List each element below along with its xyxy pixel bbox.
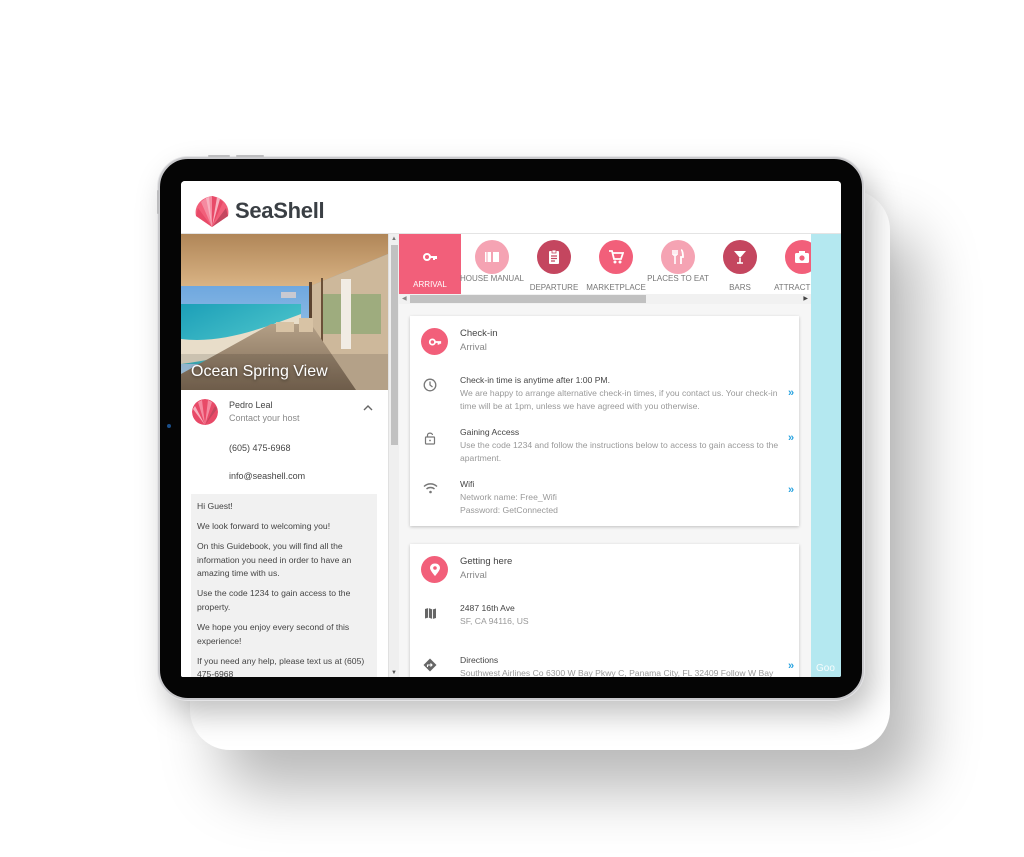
- more-chevron-icon[interactable]: »: [788, 387, 794, 399]
- power-button: [236, 155, 264, 157]
- tab-departure[interactable]: Departure: [523, 234, 585, 294]
- row-text: We are happy to arrange alternative chec…: [460, 388, 778, 411]
- wifi-network: Network name: Free_Wifi Password: GetConn…: [460, 491, 788, 517]
- address-row[interactable]: 2487 16th Ave SF, CA 94116, US: [410, 603, 799, 633]
- scroll-left-arrow[interactable]: ◀: [402, 294, 407, 304]
- scroll-up-arrow[interactable]: ▲: [391, 236, 397, 242]
- tab-label: House Manual: [459, 274, 524, 283]
- tab-marketplace[interactable]: Marketplace: [585, 234, 647, 294]
- category-tabs: Arrival House Manual Departure Marketpla…: [399, 234, 811, 294]
- host-email[interactable]: info@seashell.com: [229, 471, 305, 481]
- scrollbar-thumb[interactable]: [391, 245, 398, 445]
- row-title: Gaining Access: [460, 427, 520, 437]
- map-attribution: Goo: [816, 663, 835, 674]
- clipboard-icon: [537, 240, 571, 274]
- row-text: Use the code 1234 and follow the instruc…: [460, 440, 779, 463]
- card-subtitle: Arrival: [460, 342, 487, 353]
- welcome-paragraph: Use the code 1234 to gain access to the …: [197, 588, 351, 613]
- scrollbar-thumb[interactable]: [410, 295, 646, 303]
- app-header: SeaShell: [181, 181, 841, 234]
- more-chevron-icon[interactable]: »: [788, 660, 794, 672]
- check-in-card: Check-in Arrival Check-in time is anytim…: [410, 316, 799, 526]
- row-text: Southwest Airlines Co 6300 W Bay Pkwy C,…: [460, 668, 774, 677]
- property-hero-image: Ocean Spring View: [181, 234, 388, 390]
- host-subtitle: Contact your host: [229, 413, 300, 423]
- volume-button: [208, 155, 230, 157]
- map-view[interactable]: Goo: [811, 234, 841, 677]
- seashell-logo-icon: [195, 196, 229, 227]
- address-line-2: SF, CA 94116, US: [460, 616, 529, 626]
- host-avatar: [192, 399, 218, 425]
- camera-icon-device: [167, 424, 171, 428]
- guide-panel: Arrival House Manual Departure Marketpla…: [399, 234, 811, 677]
- location-pin-icon: [421, 556, 448, 583]
- card-title: Getting here: [460, 556, 513, 567]
- welcome-paragraph: If you need any help, please text us at …: [197, 655, 365, 677]
- side-button: [157, 190, 159, 214]
- utensils-icon: [661, 240, 695, 274]
- host-name: Pedro Leal: [229, 400, 273, 410]
- welcome-paragraph: Hi Guest!: [197, 501, 233, 511]
- tab-label: Attractions: [774, 283, 811, 292]
- cocktail-icon: [723, 240, 757, 274]
- welcome-paragraph: We hope you enjoy every second of this e…: [197, 622, 350, 646]
- screen: SeaShell Ocean Spring View Pedro Leal Co…: [181, 181, 841, 677]
- wifi-row[interactable]: Wifi Network name: Free_Wifi Password: Ge…: [410, 479, 799, 519]
- directions-icon: [422, 657, 438, 673]
- welcome-paragraph: On this Guidebook, you will find all the…: [197, 541, 352, 579]
- welcome-message: Hi Guest! We look forward to welcoming y…: [191, 494, 377, 677]
- property-title: Ocean Spring View: [191, 363, 328, 380]
- key-icon: [421, 328, 448, 355]
- card-title: Check-in: [460, 328, 498, 339]
- tab-label: Marketplace: [586, 283, 646, 292]
- book-icon: [475, 240, 509, 274]
- host-phone[interactable]: (605) 475-6968: [229, 443, 291, 453]
- chevron-up-icon[interactable]: [362, 403, 374, 413]
- getting-here-card: Getting here Arrival 2487 16th Ave SF, C…: [410, 544, 799, 677]
- wifi-password: Password: GetConnected: [460, 505, 558, 515]
- row-title: Check-in time is anytime after 1:00 PM.: [460, 375, 610, 385]
- welcome-paragraph: We look forward to welcoming you!: [197, 521, 331, 532]
- more-chevron-icon[interactable]: »: [788, 484, 794, 496]
- card-subtitle: Arrival: [460, 570, 487, 581]
- tab-arrival[interactable]: Arrival: [399, 234, 461, 294]
- tab-attractions[interactable]: Attractions: [771, 234, 811, 294]
- gaining-access-row[interactable]: Gaining Access Use the code 1234 and fol…: [410, 427, 799, 467]
- row-title: Directions: [460, 655, 499, 665]
- tab-bars[interactable]: Bars: [709, 234, 771, 294]
- scroll-right-arrow[interactable]: ▶: [803, 294, 808, 304]
- host-contact-panel: Pedro Leal Contact your host (605) 475-6…: [181, 390, 388, 494]
- clock-icon: [422, 377, 438, 393]
- cart-icon: [599, 240, 633, 274]
- directions-row[interactable]: Directions Southwest Airlines Co 6300 W …: [410, 655, 799, 677]
- scroll-down-arrow[interactable]: ▼: [391, 670, 397, 676]
- tab-house-manual[interactable]: House Manual: [460, 234, 524, 294]
- tab-label: Places to Eat: [647, 274, 709, 283]
- left-panel-scrollbar[interactable]: ▲ ▼: [388, 234, 399, 677]
- tab-places-to-eat[interactable]: Places to Eat: [647, 234, 709, 294]
- wifi-icon: [422, 480, 438, 496]
- check-in-time-row[interactable]: Check-in time is anytime after 1:00 PM. …: [410, 375, 799, 415]
- row-title: Wifi: [460, 479, 475, 489]
- brand-name: SeaShell: [235, 198, 325, 223]
- left-panel: Ocean Spring View Pedro Leal Contact you…: [181, 234, 388, 677]
- key-icon: [413, 240, 447, 274]
- camera-icon: [785, 240, 811, 274]
- lock-icon: [422, 430, 438, 446]
- map-icon: [422, 605, 438, 621]
- logo[interactable]: SeaShell: [193, 194, 325, 228]
- address-line-1: 2487 16th Ave: [460, 603, 515, 613]
- wifi-network-name: Network name: Free_Wifi: [460, 492, 557, 502]
- more-chevron-icon[interactable]: »: [788, 432, 794, 444]
- tabs-scrollbar[interactable]: ◀ ▶: [399, 294, 811, 304]
